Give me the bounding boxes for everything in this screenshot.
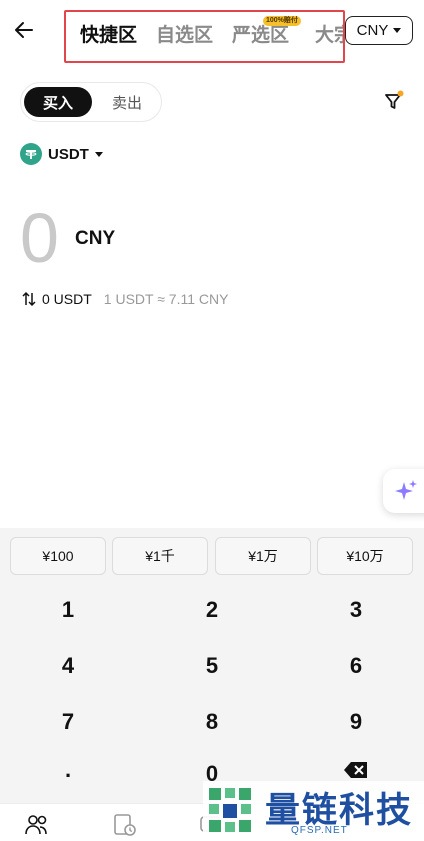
key-6[interactable]: 6 [296,643,416,689]
quick-amount-10k[interactable]: ¥1万 [215,537,311,575]
currency-select[interactable]: CNY [345,16,413,45]
buy-sell-toggle: 买入 卖出 [20,82,162,122]
filter-icon[interactable] [383,90,405,112]
quick-amount-100[interactable]: ¥100 [10,537,106,575]
buy-button[interactable]: 买入 [24,87,92,117]
amount-currency: CNY [75,228,116,249]
coin-label: USDT [48,145,89,163]
exchange-rate: 1 USDT ≈ 7.11 CNY [103,291,229,307]
qr-logo-icon [209,788,251,832]
users-icon[interactable] [24,812,50,838]
tab-favorites[interactable]: 自选区 [156,20,213,47]
watermark-logo: 量链科技 QFSP.NET [203,781,424,841]
key-3[interactable]: 3 [296,587,416,633]
amount-value: 0 [20,199,59,277]
ai-assistant-button[interactable] [383,469,424,513]
coin-select[interactable]: USDT [20,142,103,166]
conversion-row: 0 USDT 1 USDT ≈ 7.11 CNY [22,291,228,307]
watermark-subtitle: QFSP.NET [291,825,348,836]
currency-label: CNY [356,22,389,39]
key-dot[interactable]: . [8,747,128,793]
caret-down-icon [393,28,402,33]
tab-quick[interactable]: 快捷区 [80,20,137,47]
key-2[interactable]: 2 [152,587,272,633]
key-9[interactable]: 9 [296,699,416,745]
key-4[interactable]: 4 [8,643,128,689]
top-bar: 快捷区 自选区 严选区 100%赔付 大宗 CNY [0,0,424,66]
tab-bulk[interactable]: 大宗 [315,20,343,47]
order-history-icon[interactable] [112,812,138,838]
swap-icon[interactable] [22,291,36,307]
backspace-icon [344,762,367,778]
guarantee-badge: 100%赔付 [263,16,301,26]
key-8[interactable]: 8 [152,699,272,745]
key-5[interactable]: 5 [152,643,272,689]
sell-button[interactable]: 卖出 [94,87,160,117]
quick-amount-100k[interactable]: ¥10万 [317,537,413,575]
key-7[interactable]: 7 [8,699,128,745]
caret-down-icon [94,151,103,157]
sparkle-icon [395,480,417,500]
quick-amount-1k[interactable]: ¥1千 [112,537,208,575]
key-1[interactable]: 1 [8,587,128,633]
tether-icon [20,143,42,165]
arrow-left-icon[interactable] [12,18,36,42]
market-tabs: 快捷区 自选区 严选区 100%赔付 大宗 [64,10,345,63]
converted-amount: 0 USDT [42,291,92,307]
